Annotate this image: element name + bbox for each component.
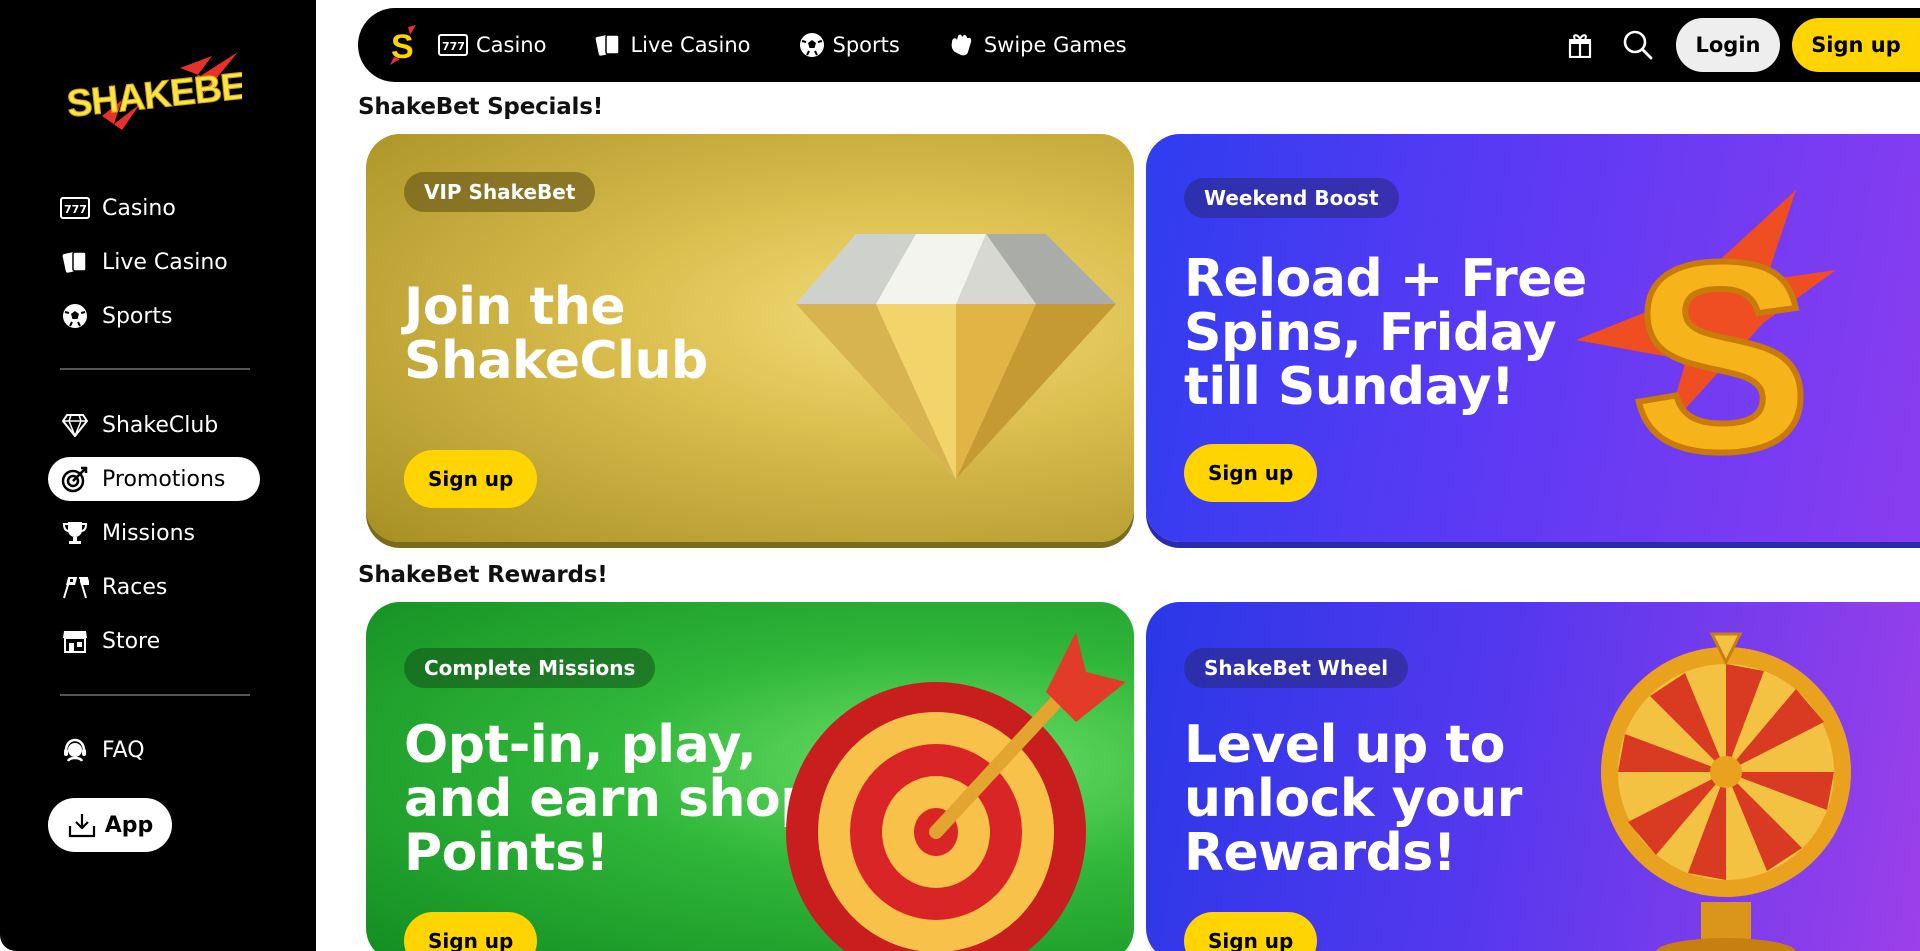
target-icon [60, 464, 90, 494]
promo-headline-line: and earn shop [404, 769, 817, 829]
playing-cards-icon [60, 247, 90, 277]
top-nav-links: 777 Casino Live Casino Sports Swipe Game… [438, 31, 1175, 59]
download-icon [67, 812, 97, 838]
slot-machine-icon: 777 [60, 193, 90, 223]
top-link-live-casino[interactable]: Live Casino [594, 31, 751, 59]
sidebar-item-store[interactable]: Store [48, 619, 260, 663]
promo-headline-line: Reload + Free [1184, 249, 1587, 309]
promo-headline: Join the ShakeClub [404, 280, 708, 388]
swipe-hand-icon [948, 32, 976, 58]
sidebar-item-live-casino[interactable]: Live Casino [48, 240, 260, 284]
promo-headline-line: Rewards! [1184, 823, 1456, 883]
top-link-casino[interactable]: 777 Casino [438, 33, 546, 57]
promo-card-vip-shakebet[interactable]: VIP ShakeBet Join the ShakeClub Sign up [366, 134, 1134, 542]
top-link-label: Sports [832, 33, 900, 57]
sidebar-item-label: Live Casino [102, 249, 228, 275]
diamond-illustration [796, 204, 1116, 488]
promo-headline-line: Join the [404, 277, 626, 337]
promo-signup-button[interactable]: Sign up [404, 912, 538, 951]
promo-card-weekend-boost[interactable]: Weekend Boost Reload + Free Spins, Frida… [1146, 134, 1920, 542]
sidebar-primary-nav: 777 Casino Live Casino Sports [48, 186, 260, 348]
promo-headline-line: Spins, Friday [1184, 303, 1557, 363]
top-link-sports[interactable]: Sports [799, 32, 900, 58]
sidebar-item-races[interactable]: Races [48, 565, 260, 609]
promo-badge: Weekend Boost [1184, 178, 1399, 218]
promo-headline-line: till Sunday! [1184, 357, 1515, 417]
promo-headline: Level up to unlock your Rewards! [1184, 718, 1522, 880]
top-link-label: Casino [476, 33, 547, 57]
section-title-specials: ShakeBet Specials! [358, 94, 603, 120]
store-icon [60, 626, 90, 656]
sidebar-item-shakeclub[interactable]: ShakeClub [48, 403, 260, 447]
slot-machine-icon: 777 [438, 33, 468, 57]
promo-signup-button[interactable]: Sign up [1184, 444, 1318, 502]
svg-text:S: S [391, 28, 414, 65]
diamond-icon [60, 410, 90, 440]
sidebar-item-faq[interactable]: FAQ [48, 728, 260, 772]
shakebet-logo[interactable]: SHAKEBET [62, 50, 270, 130]
signup-button[interactable]: Sign up [1792, 18, 1920, 72]
sidebar-item-label: Missions [102, 520, 195, 546]
sidebar-item-label: Store [102, 628, 161, 654]
search-icon[interactable] [1618, 25, 1658, 65]
promo-badge: ShakeBet Wheel [1184, 648, 1409, 688]
promo-headline-line: Level up to [1184, 715, 1505, 775]
svg-text:SHAKEBET: SHAKEBET [65, 63, 242, 126]
page: SHAKEBET 777 Casino Live Casino Sports S… [0, 0, 1920, 951]
prize-wheel-illustration [1596, 622, 1856, 951]
sidebar-item-missions[interactable]: Missions [48, 511, 260, 555]
download-app-button[interactable]: App [48, 798, 172, 852]
sidebar-item-label: Casino [102, 195, 176, 221]
svg-text:777: 777 [64, 203, 87, 216]
playing-cards-icon [594, 31, 622, 59]
promo-card-complete-missions[interactable]: Complete Missions Opt-in, play, and earn… [366, 602, 1134, 951]
sidebar-item-label: Promotions [102, 466, 226, 492]
sidebar-support-nav: FAQ [48, 728, 260, 782]
svg-text:S: S [1631, 207, 1811, 490]
promo-badge: VIP ShakeBet [404, 172, 596, 212]
race-flags-icon [60, 572, 90, 602]
top-link-label: Live Casino [630, 33, 751, 57]
sidebar-item-label: FAQ [102, 737, 145, 763]
shakebet-s-logo[interactable]: S [388, 25, 418, 66]
sidebar-item-label: Races [102, 574, 168, 600]
sidebar-divider [60, 368, 250, 370]
promo-headline-line: ShakeClub [404, 331, 708, 391]
svg-text:777: 777 [442, 40, 465, 53]
promo-signup-button[interactable]: Sign up [404, 450, 538, 508]
sidebar-item-promotions[interactable]: Promotions [48, 457, 260, 501]
top-link-label: Swipe Games [983, 33, 1127, 57]
promo-headline-line: Opt-in, play, [404, 715, 757, 775]
app-button-label: App [104, 812, 154, 838]
sidebar-item-label: ShakeClub [102, 412, 219, 438]
promo-signup-button[interactable]: Sign up [1184, 912, 1318, 951]
gift-icon[interactable] [1560, 25, 1600, 65]
top-navigation-bar: S 777 Casino Live Casino Sports Swipe Ga… [358, 8, 1920, 82]
dartboard-illustration [776, 632, 1126, 951]
sidebar-item-sports[interactable]: Sports [48, 294, 260, 338]
soccer-ball-icon [60, 301, 90, 331]
top-actions: Login Sign up [1560, 8, 1920, 82]
promo-card-shakebet-wheel[interactable]: ShakeBet Wheel Level up to unlock your R… [1146, 602, 1920, 951]
sidebar-item-casino[interactable]: 777 Casino [48, 186, 260, 230]
sidebar-item-label: Sports [102, 303, 173, 329]
promo-headline: Reload + Free Spins, Friday till Sunday! [1184, 252, 1587, 414]
trophy-icon [60, 518, 90, 548]
soccer-ball-icon [799, 32, 825, 58]
sidebar: SHAKEBET 777 Casino Live Casino Sports S… [0, 0, 316, 951]
promo-headline-line: unlock your [1184, 769, 1522, 829]
sidebar-divider [60, 694, 250, 696]
section-title-rewards: ShakeBet Rewards! [358, 562, 608, 588]
top-link-swipe-games[interactable]: Swipe Games [948, 32, 1127, 58]
shakebet-s-emblem-illustration: S [1576, 190, 1846, 511]
promo-badge: Complete Missions [404, 648, 656, 688]
support-agent-icon [60, 735, 90, 765]
promo-headline: Opt-in, play, and earn shop Points! [404, 718, 817, 880]
login-button[interactable]: Login [1676, 18, 1780, 72]
promo-headline-line: Points! [404, 823, 609, 883]
sidebar-secondary-nav: ShakeClub Promotions Missions Races Stor… [48, 403, 260, 673]
